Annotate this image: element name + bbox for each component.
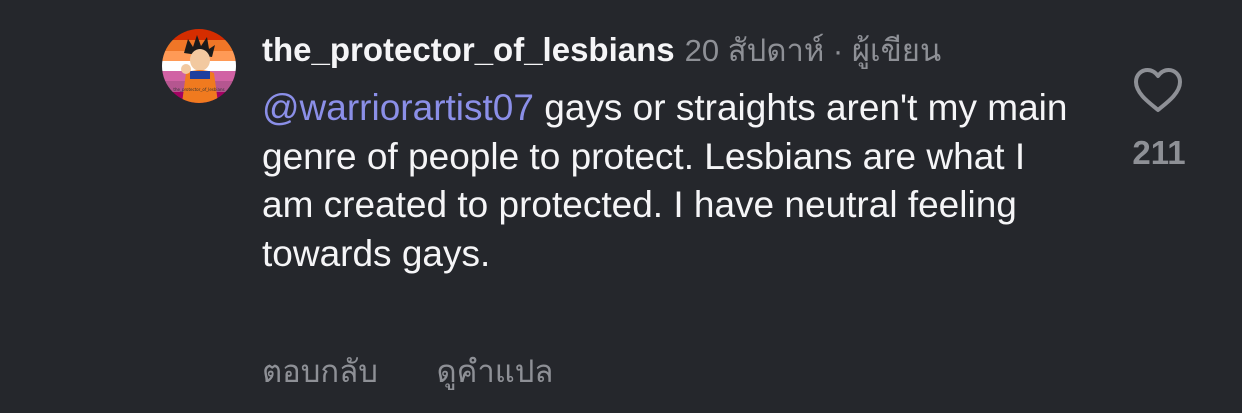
comment-actions: ตอบกลับ ดูคำแปล [262,350,553,394]
like-button[interactable] [1132,66,1184,114]
comment-text: @warriorartist07 gays or straights aren'… [262,84,1082,278]
like-count: 211 [1132,134,1186,171]
mention-link[interactable]: @warriorartist07 [262,87,534,128]
reply-button[interactable]: ตอบกลับ [262,350,378,394]
username[interactable]: the_protector_of_lesbians [262,31,675,68]
avatar-image: the_protector_of_lesbians [162,29,236,103]
avatar[interactable]: the_protector_of_lesbians [162,29,236,103]
comment-meta: 20 สัปดาห์ · ผู้เขียน [684,33,942,68]
comment-header: the_protector_of_lesbians 20 สัปดาห์ · ผู… [262,30,941,70]
translate-button[interactable]: ดูคำแปล [437,350,554,394]
heart-outline-icon [1134,68,1182,112]
avatar-caption: the_protector_of_lesbians [173,87,224,92]
comment: the_protector_of_lesbians the_protector_… [0,0,1242,413]
